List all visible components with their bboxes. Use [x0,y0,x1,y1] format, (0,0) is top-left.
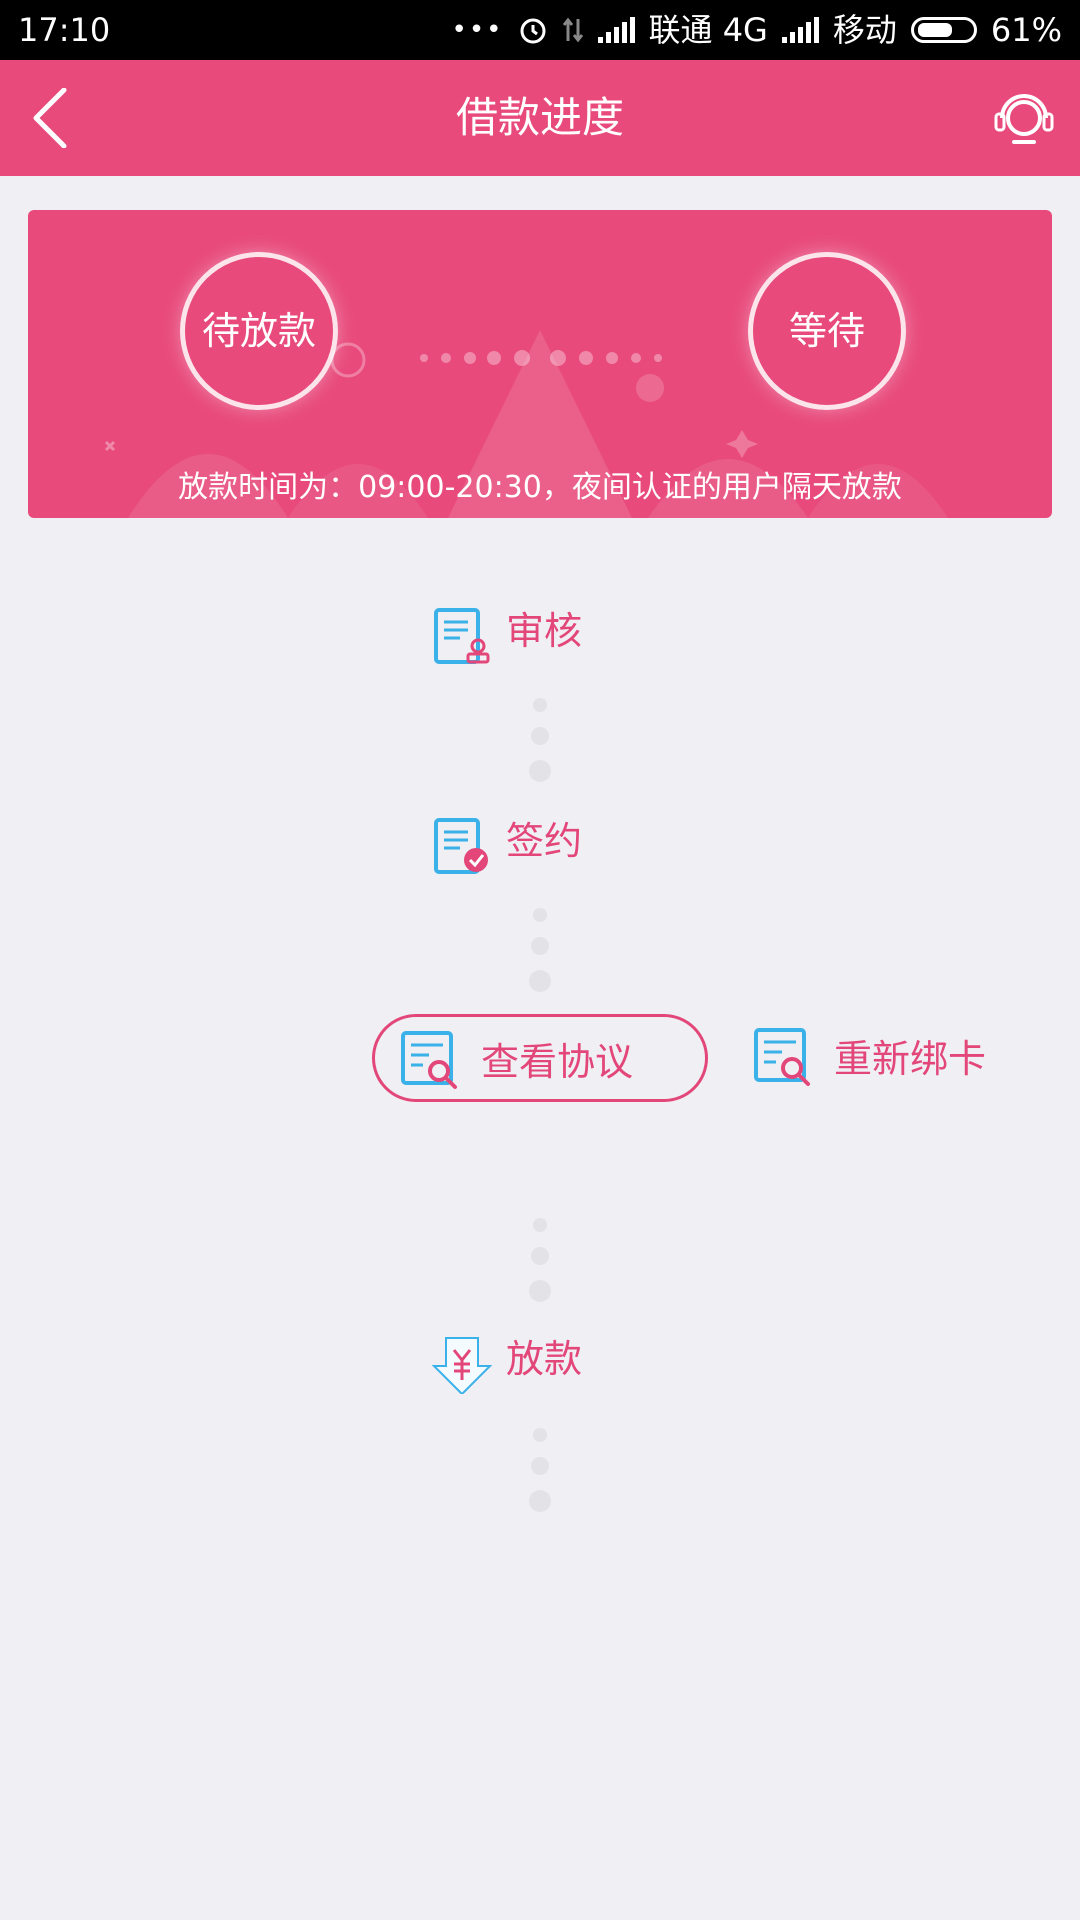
yuan-arrow-icon [432,1337,492,1394]
step-sign-label: 签约 [506,819,583,863]
carrier-1: 联通 4G [648,11,768,49]
rebind-card-button[interactable]: 重新绑卡 [748,1014,1008,1102]
connector-dot [533,1218,547,1232]
document-search-icon [401,1031,457,1089]
signal-icon-2 [781,17,819,43]
connector-dot [531,1457,549,1475]
connector-dot [529,760,551,782]
step-review-label: 审核 [506,609,583,653]
page-title: 借款进度 [455,93,624,142]
more-notifications-icon: ••• [451,15,504,45]
step-disburse-label: 放款 [506,1337,583,1381]
battery-icon [910,17,977,43]
status-bar: 17:10 ••• 联通 4G 移动 61% [0,0,1080,60]
status-circle-waiting: 等待 [748,252,906,410]
view-agreement-button[interactable]: 查看协议 [372,1014,708,1102]
connector-dot [529,1490,551,1512]
status-circle-pending-disbursement: 待放款 [180,252,338,410]
connector-dot [533,698,547,712]
connector-dot [531,1247,549,1265]
view-agreement-label: 查看协议 [481,1040,634,1084]
connector-dot [533,908,547,922]
connector-dot [531,727,549,745]
battery-level: 61% [990,11,1062,49]
data-transfer-icon [562,17,583,43]
headset-icon [994,94,1054,144]
connector-dot [529,970,551,992]
progress-banner: 待放款 等待 放款时间为：09:00-20:30，夜间认证的用户隔天放款 [28,210,1052,518]
status-time: 17:10 [18,11,111,49]
back-button[interactable] [22,87,82,149]
customer-service-button[interactable] [992,84,1056,148]
connector-dot [533,1428,547,1442]
connector-dot [531,937,549,955]
alarm-icon [520,18,546,44]
carrier-2: 移动 [832,11,897,49]
disbursement-time-note: 放款时间为：09:00-20:30，夜间认证的用户隔天放款 [178,470,902,505]
document-search-icon [754,1028,810,1086]
rebind-card-label: 重新绑卡 [834,1037,987,1081]
document-stamp-icon [434,608,490,664]
document-check-icon [434,818,488,874]
connector-dot [529,1280,551,1302]
chevron-left-icon [33,87,67,149]
signal-icon [597,17,635,43]
app-header: 借款进度 [0,60,1080,176]
status-indicators: ••• 联通 4G 移动 61% [452,0,1063,60]
